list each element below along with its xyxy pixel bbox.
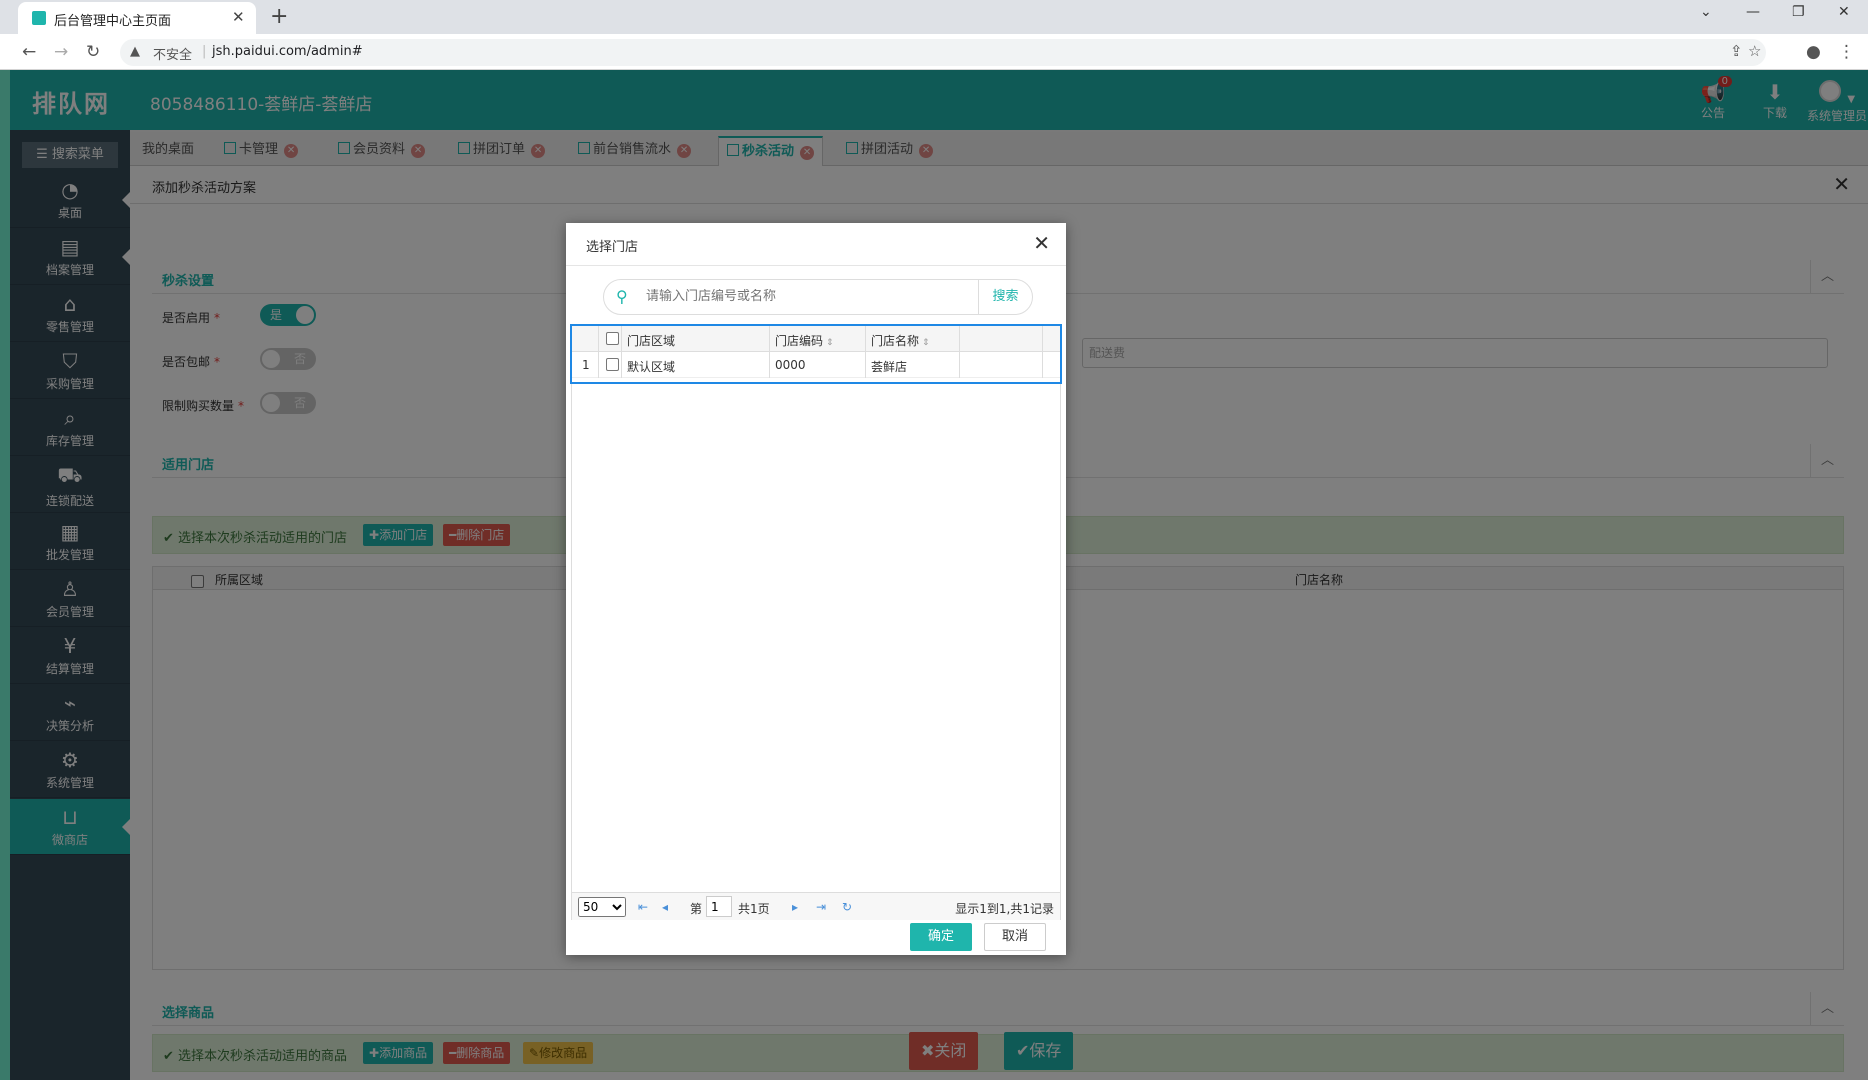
- dialog-divider: [566, 265, 1066, 266]
- browser-tab[interactable]: 后台管理中心主页面 ✕: [18, 2, 256, 34]
- select-store-dialog: 选择门店 ✕ ⚲ 搜索 门店区域 门店编码⇕ 门店名称⇕ 1 默认区域 0000…: [566, 223, 1066, 955]
- page-number-input[interactable]: [706, 896, 732, 917]
- desktop-edge: [0, 70, 10, 1080]
- last-page-icon[interactable]: ⇥: [816, 900, 826, 914]
- close-tab-icon[interactable]: ✕: [232, 8, 245, 26]
- highlight-box: [570, 324, 1062, 384]
- page-total: 共1页: [738, 902, 770, 916]
- omnibox-separator: |: [202, 44, 207, 59]
- page-prefix: 第: [690, 902, 703, 916]
- address-bar: ← → ↻ ▲ 不安全 | jsh.paidui.com/admin# ⇪ ☆ …: [0, 34, 1868, 70]
- profile-icon[interactable]: ●: [1806, 42, 1821, 62]
- new-tab-icon[interactable]: +: [270, 4, 288, 29]
- browser-tab-title: 后台管理中心主页面: [54, 14, 172, 29]
- close-icon[interactable]: ✕: [1033, 231, 1050, 255]
- browser-tabbar: 后台管理中心主页面 ✕ + ⌄ — ❐ ✕: [0, 0, 1868, 34]
- confirm-button[interactable]: 确定: [910, 923, 972, 951]
- reload-icon[interactable]: ↻: [86, 42, 100, 62]
- minimize-icon[interactable]: —: [1746, 4, 1760, 20]
- dialog-title: 选择门店: [586, 240, 639, 255]
- records-summary: 显示1到1,共1记录: [955, 902, 1054, 916]
- forward-icon[interactable]: →: [54, 42, 68, 62]
- first-page-icon[interactable]: ⇤: [638, 900, 648, 914]
- back-icon[interactable]: ←: [22, 42, 36, 62]
- bookmark-star-icon[interactable]: ☆: [1748, 42, 1761, 60]
- store-grid: 门店区域 门店编码 ⇕ 门店名称 ⇕ 1 默认区域 0000 荟鲜店 50 ⇤ ◂ …: [571, 325, 1061, 920]
- prev-page-icon[interactable]: ◂: [662, 900, 668, 914]
- store-search-input[interactable]: [646, 289, 966, 304]
- menu-kebab-icon[interactable]: ⋮: [1838, 42, 1855, 62]
- url-text[interactable]: jsh.paidui.com/admin#: [212, 44, 363, 59]
- page-size-select[interactable]: 50: [578, 897, 626, 917]
- search-icon: ⚲: [616, 287, 628, 306]
- refresh-icon[interactable]: ↻: [842, 900, 852, 914]
- restore-icon[interactable]: ❐: [1792, 4, 1805, 20]
- store-search: ⚲ 搜索: [603, 279, 1033, 315]
- insecure-label: 不安全: [153, 48, 193, 63]
- pagination: 50 ⇤ ◂ 第 共1页 ▸ ⇥ ↻ 显示1到1,共1记录: [572, 892, 1060, 920]
- cancel-button[interactable]: 取消: [984, 923, 1046, 951]
- next-page-icon[interactable]: ▸: [792, 900, 798, 914]
- share-icon[interactable]: ⇪: [1730, 42, 1743, 60]
- favicon-icon: [32, 11, 46, 25]
- search-button[interactable]: 搜索: [978, 280, 1032, 314]
- omnibox[interactable]: ▲ 不安全 | jsh.paidui.com/admin# ⇪ ☆: [120, 39, 1766, 66]
- tab-search-icon[interactable]: ⌄: [1700, 4, 1712, 20]
- warning-icon: ▲: [130, 44, 140, 59]
- window-close-icon[interactable]: ✕: [1838, 4, 1850, 20]
